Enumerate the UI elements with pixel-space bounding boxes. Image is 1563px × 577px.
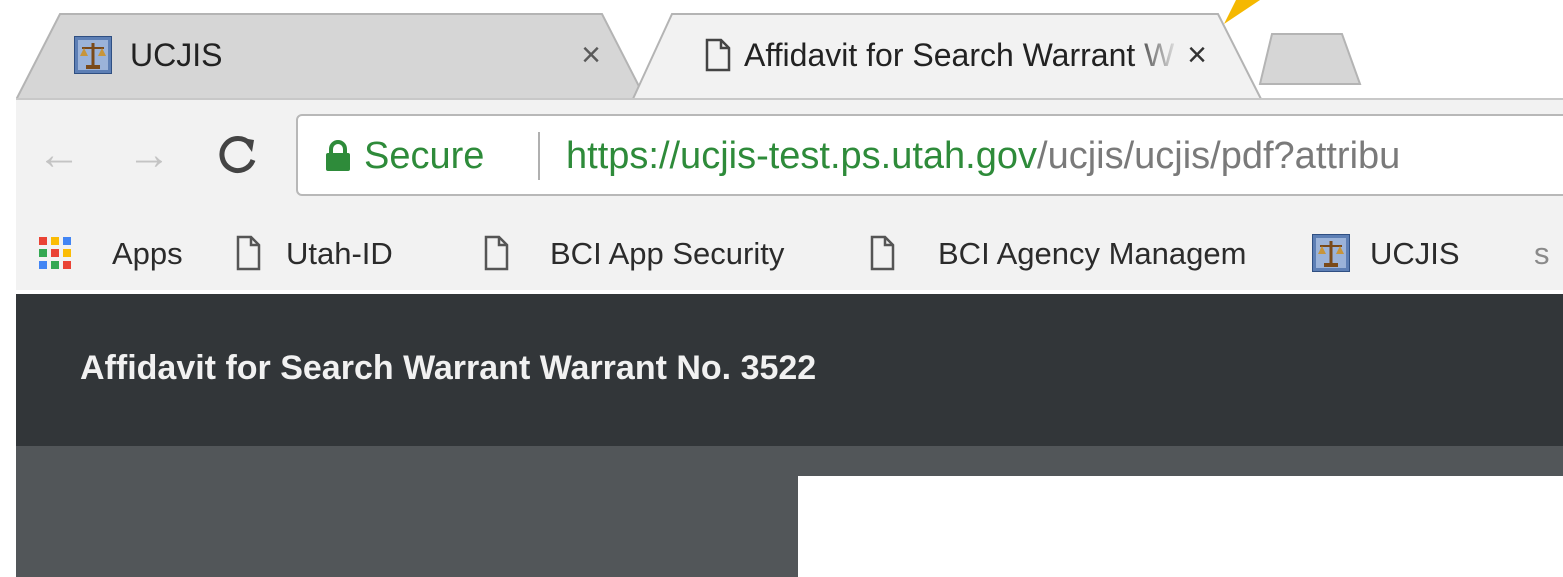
bookmark-fade (1242, 234, 1288, 274)
bookmark-label: BCI Agency Managem (938, 236, 1247, 271)
browser-window: UCJIS × Affidavit for Search Warrant War… (0, 0, 1563, 577)
pdf-viewer-toolbar: Affidavit for Search Warrant Warrant No.… (16, 294, 1563, 446)
url-path: /ucjis/ucjis/pdf?attribu (1037, 135, 1401, 177)
omnibox-divider (538, 132, 540, 180)
back-button[interactable]: ← (34, 130, 84, 180)
bookmark-apps[interactable]: Apps (38, 234, 208, 274)
url-text[interactable]: https://ucjis-test.ps.utah.gov/ucjis/ucj… (566, 134, 1400, 178)
tab-affidavit[interactable]: Affidavit for Search Warrant Warrant No.… (632, 12, 1272, 102)
reload-icon (219, 136, 256, 174)
bookmark-label: BCI App Security (550, 236, 785, 271)
tab-strip: UCJIS × Affidavit for Search Warrant War… (16, 0, 1563, 102)
bookmark-bci-app-security[interactable]: BCI App Security (482, 234, 842, 274)
bookmark-ucjis[interactable]: UCJIS (1312, 234, 1512, 274)
pdf-viewer-body (16, 446, 1563, 577)
bookmark-utah-id[interactable]: Utah-ID (234, 234, 444, 274)
bookmark-label: Utah-ID (286, 236, 393, 271)
tab-ucjis[interactable]: UCJIS × (16, 12, 656, 100)
secure-label: Secure (364, 135, 485, 177)
reload-button[interactable] (212, 130, 262, 180)
tab-title: UCJIS (130, 37, 223, 73)
tab-close-icon[interactable]: × (574, 38, 608, 72)
page-icon (870, 235, 895, 271)
address-bar[interactable]: Secure https://ucjis-test.ps.utah.gov/uc… (296, 114, 1563, 196)
tab-title-fade (1130, 36, 1180, 74)
page-icon (236, 235, 261, 271)
new-tab-button[interactable] (1256, 30, 1366, 90)
bookmarks-bar: Apps Utah-ID BCI App Security BCI Agency… (16, 216, 1563, 290)
tab-title: Affidavit for Search Warrant Warrant No.… (744, 37, 1174, 73)
page-icon (698, 36, 736, 74)
bookmark-bci-agency-management[interactable]: BCI Agency Managem (868, 234, 1288, 274)
tab-close-icon[interactable]: × (1180, 38, 1214, 72)
bookmark-overflow[interactable]: s (1534, 234, 1550, 274)
url-host: https://ucjis-test.ps.utah.gov (566, 135, 1038, 177)
document-title: Affidavit for Search Warrant Warrant No.… (80, 349, 817, 387)
lock-icon (326, 140, 350, 171)
browser-toolbar: ← → Secure https://ucjis-test.ps.utah.go… (16, 98, 1563, 290)
pdf-page[interactable] (798, 476, 1563, 577)
bookmark-label: UCJIS (1370, 236, 1460, 271)
apps-grid-icon (39, 237, 71, 269)
mouse-pointer-icon (1224, 0, 1260, 24)
scales-of-justice-icon (73, 35, 113, 75)
scales-of-justice-icon (1312, 234, 1350, 272)
forward-button[interactable]: → (124, 130, 174, 180)
page-icon (484, 235, 509, 271)
bookmark-label: Apps (112, 236, 183, 271)
